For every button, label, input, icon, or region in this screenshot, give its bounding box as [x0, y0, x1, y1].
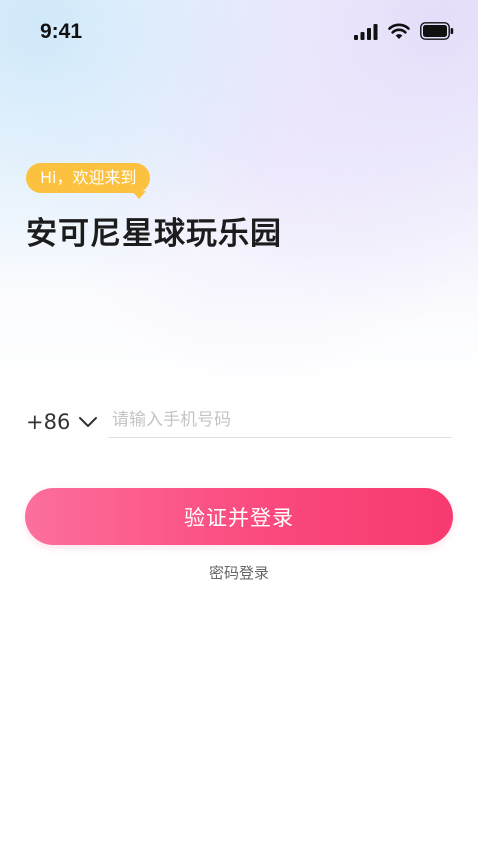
country-code-label: +86 [26, 410, 71, 434]
greeting-bubble: Hi，欢迎来到 [26, 163, 151, 193]
greeting-bubble-tail [132, 191, 146, 199]
country-code-selector[interactable]: +86 [26, 406, 98, 438]
password-login-link[interactable]: 密码登录 [0, 562, 478, 583]
battery-icon [420, 22, 454, 40]
status-bar: 9:41 [0, 0, 478, 64]
chevron-down-icon [79, 417, 98, 427]
phone-number-input[interactable] [108, 402, 452, 438]
verify-login-button[interactable]: 验证并登录 [25, 488, 453, 545]
status-time: 9:41 [40, 20, 83, 43]
wifi-icon [388, 23, 410, 39]
signal-icon [354, 24, 378, 40]
page-title: 安可尼星球玩乐园 [26, 216, 282, 252]
